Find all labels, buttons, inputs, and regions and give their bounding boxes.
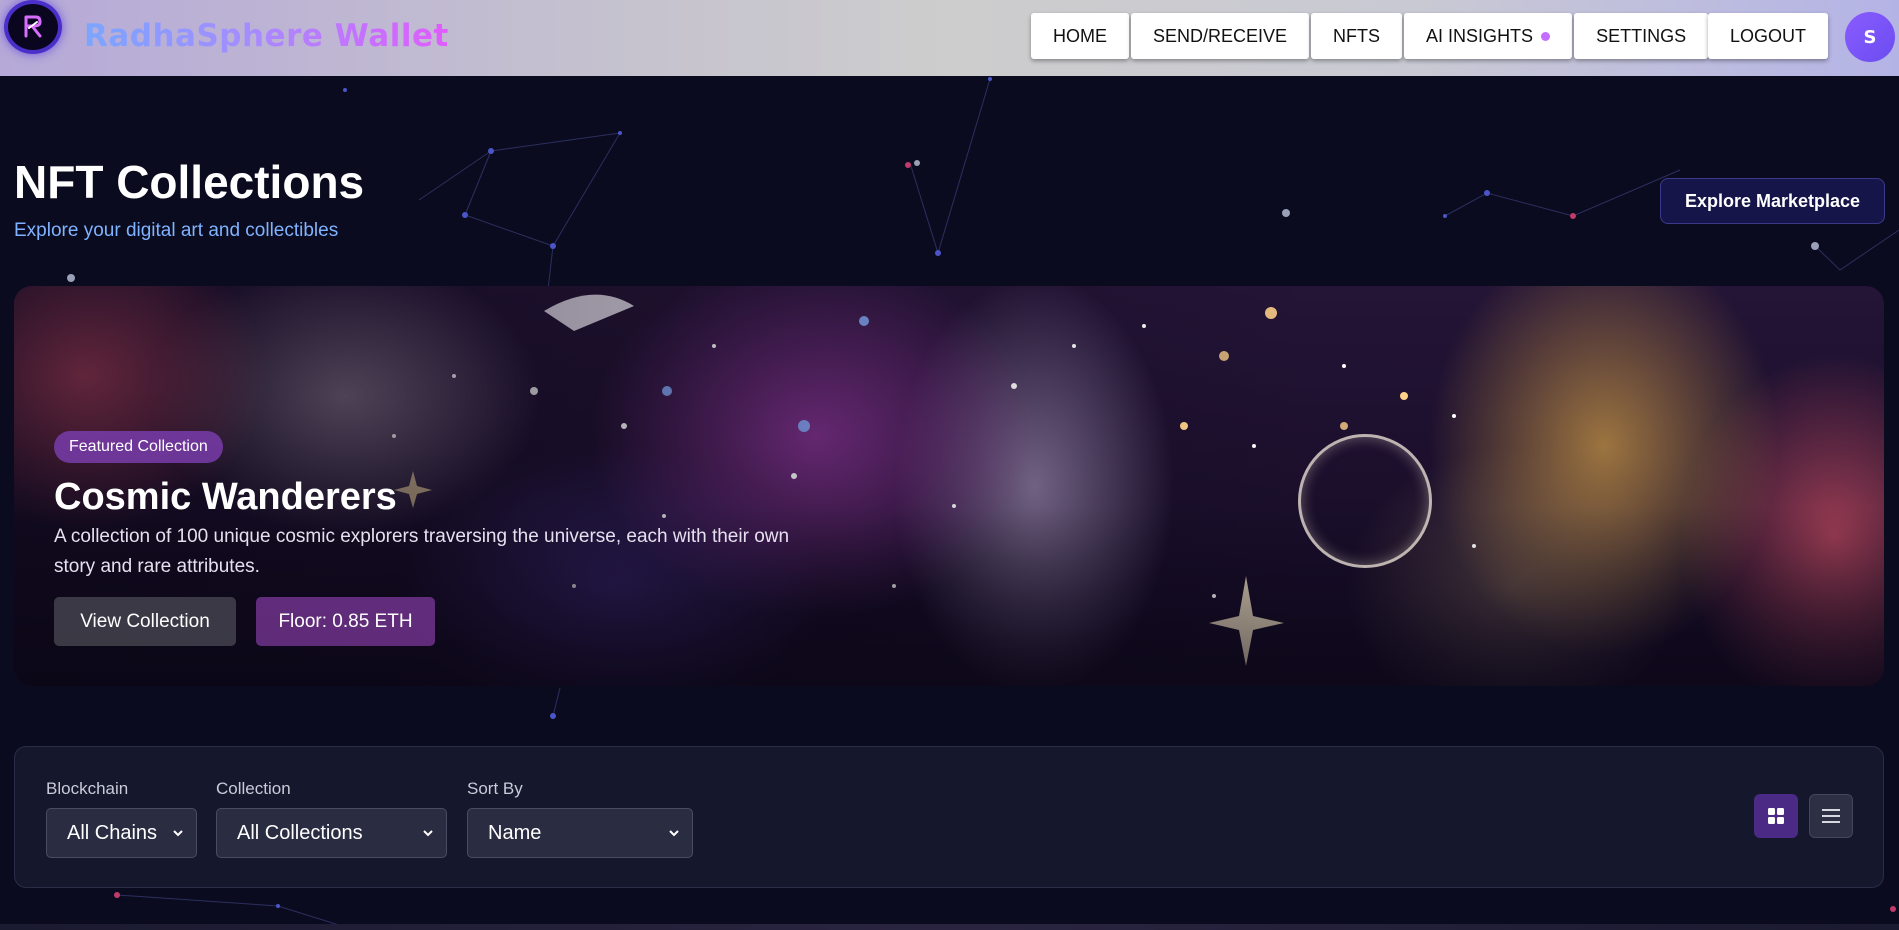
- featured-collection-banner[interactable]: Featured Collection Cosmic Wanderers A c…: [14, 286, 1884, 686]
- logo[interactable]: [4, 0, 62, 54]
- nav-settings[interactable]: SETTINGS: [1574, 13, 1709, 59]
- logo-icon: [24, 15, 42, 38]
- logout-button[interactable]: LOGOUT: [1708, 13, 1829, 59]
- featured-badge: Featured Collection: [54, 431, 223, 463]
- sort-by-select[interactable]: Name: [467, 808, 693, 858]
- top-header: RadhaSphere Wallet HOME SEND/RECEIVE NFT…: [0, 0, 1899, 76]
- orb-artwork: [1298, 434, 1432, 568]
- blockchain-label: Blockchain: [46, 779, 129, 798]
- user-avatar[interactable]: S: [1845, 12, 1895, 62]
- chevron-down-icon: [423, 830, 433, 837]
- explore-marketplace-button[interactable]: Explore Marketplace: [1660, 178, 1885, 224]
- page-title: NFT Collections: [14, 156, 365, 208]
- collection-select[interactable]: All Collections: [216, 808, 447, 858]
- nav-nfts[interactable]: NFTS: [1311, 13, 1403, 59]
- list-view-button[interactable]: [1809, 794, 1853, 838]
- collection-select-value: All Collections: [237, 821, 363, 844]
- brand-name: RadhaSphere Wallet: [84, 18, 449, 54]
- page-subtitle: Explore your digital art and collectible…: [14, 220, 339, 241]
- blockchain-select-value: All Chains: [67, 821, 158, 844]
- featured-description: A collection of 100 unique cosmic explor…: [54, 526, 790, 577]
- floor-price-badge[interactable]: Floor: 0.85 ETH: [256, 597, 435, 646]
- collection-label: Collection: [216, 779, 291, 798]
- sort-by-select-value: Name: [488, 821, 542, 844]
- nav-send-receive[interactable]: SEND/RECEIVE: [1131, 13, 1310, 59]
- nft-grid-edge: [0, 924, 1899, 930]
- filter-panel: Blockchain All Chains Collection All Col…: [14, 746, 1884, 888]
- main-nav: HOME SEND/RECEIVE NFTS AI INSIGHTS SETTI…: [1031, 13, 1709, 59]
- sort-by-label: Sort By: [467, 779, 523, 798]
- grid-view-button[interactable]: [1754, 794, 1798, 838]
- chevron-down-icon: [173, 830, 183, 837]
- featured-title: Cosmic Wanderers: [54, 476, 397, 518]
- nav-ai-insights[interactable]: AI INSIGHTS: [1404, 13, 1573, 59]
- view-collection-button[interactable]: View Collection: [54, 597, 236, 646]
- grid-icon: [1768, 808, 1784, 824]
- blockchain-select[interactable]: All Chains: [46, 808, 197, 858]
- nav-home[interactable]: HOME: [1031, 13, 1129, 59]
- notification-dot-icon: [1541, 31, 1551, 41]
- list-icon: [1822, 809, 1840, 823]
- nav-ai-insights-label: AI INSIGHTS: [1426, 25, 1534, 46]
- chevron-down-icon: [669, 830, 679, 837]
